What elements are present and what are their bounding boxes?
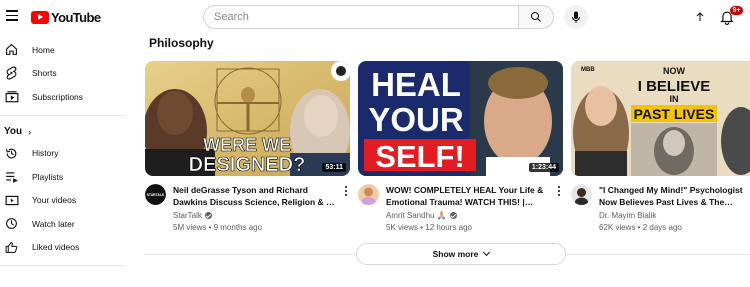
video-card[interactable]: MBB NOW I BELIEVE IN PAST LIVES "I Chang… — [571, 61, 750, 244]
sidebar-item-label: Your videos — [32, 195, 77, 206]
video-duration: 1:23:44 — [528, 163, 559, 172]
more-actions-button[interactable] — [342, 184, 350, 198]
youtube-play-icon — [31, 10, 49, 24]
menu-icon[interactable] — [6, 10, 18, 21]
show-more-label: Show more — [432, 249, 479, 259]
sidebar-item-shorts[interactable]: Shorts — [0, 62, 128, 86]
thumbnail-image: WERE WE DESIGNED? — [145, 61, 350, 176]
thumb-caption-line-2: I BELIEVE — [638, 78, 711, 95]
thumb-caption-line-1: HEAL — [371, 66, 461, 103]
sidebar-item-subscriptions[interactable]: Subscriptions — [0, 85, 128, 109]
sidebar-item-history[interactable]: History — [0, 142, 128, 166]
chevron-right-icon: › — [28, 126, 32, 137]
video-meta: WOW! COMPLETELY HEAL Your Life & Emotion… — [358, 184, 563, 244]
video-stats: 5K views • 12 hours ago — [386, 223, 472, 232]
video-thumbnail[interactable]: WERE WE DESIGNED? 53:11 — [145, 61, 350, 176]
search-box[interactable] — [203, 5, 519, 29]
thumbnail-image: MBB NOW I BELIEVE IN PAST LIVES — [571, 61, 750, 176]
top-bar: YouTube 9+ — [0, 0, 750, 34]
channel-name[interactable]: StarTalk — [173, 211, 202, 220]
sidebar-divider — [0, 114, 124, 116]
home-icon — [4, 42, 19, 57]
thumb-caption-line-3: IN — [670, 94, 679, 104]
sidebar-divider — [0, 265, 124, 266]
thumb-caption-line-3: SELF! — [375, 139, 465, 174]
thumb-caption-line-1: WERE WE — [203, 135, 291, 155]
youtube-logo[interactable]: YouTube — [31, 9, 101, 25]
watch-later-icon — [4, 216, 19, 231]
thumb-corner-text: MBB — [581, 67, 595, 73]
sidebar-item-label: Subscriptions — [32, 91, 84, 102]
sidebar-item-label: Playlists — [32, 171, 64, 182]
video-stats: 62K views • 2 days ago — [599, 223, 682, 232]
history-icon — [4, 146, 19, 161]
channel-name-row[interactable]: Amrit Sandhu 🙏🏼 — [386, 211, 457, 220]
channel-name-row[interactable]: StarTalk — [173, 211, 212, 220]
sidebar: Home Shorts Subscriptions You › History … — [0, 38, 128, 272]
sidebar-item-playlists[interactable]: Playlists — [0, 165, 128, 189]
video-meta: "I Changed My Mind!" Psychologist Now Be… — [571, 184, 750, 244]
sidebar-item-your-videos[interactable]: Your videos — [0, 189, 128, 213]
video-duration: 53:11 — [322, 163, 346, 172]
sidebar-item-label: Liked videos — [32, 242, 80, 253]
sidebar-item-liked-videos[interactable]: Liked videos — [0, 236, 128, 260]
video-title[interactable]: WOW! COMPLETELY HEAL Your Life & Emotion… — [386, 184, 552, 208]
playlists-icon — [4, 169, 19, 184]
video-title[interactable]: Neil deGrasse Tyson and Richard Dawkins … — [173, 184, 339, 208]
show-more-button[interactable]: Show more — [356, 243, 566, 265]
more-actions-button[interactable] — [555, 184, 563, 198]
microphone-icon — [572, 11, 580, 23]
channel-avatar[interactable] — [571, 184, 592, 205]
video-thumbnail[interactable]: MBB NOW I BELIEVE IN PAST LIVES — [571, 61, 750, 176]
thumbnail-image: HEAL YOUR SELF! — [358, 61, 563, 176]
channel-name[interactable]: Amrit Sandhu 🙏🏼 — [386, 211, 447, 220]
channel-name[interactable]: Dr. Mayim Bialik — [599, 211, 656, 220]
voice-search-button[interactable] — [564, 5, 588, 29]
verified-icon — [204, 212, 212, 219]
sidebar-item-label: Shorts — [32, 68, 57, 79]
upload-icon[interactable] — [692, 9, 708, 25]
logo-text: YouTube — [51, 9, 101, 25]
channel-avatar[interactable] — [358, 184, 379, 205]
thumbs-up-icon — [4, 240, 19, 255]
verified-icon — [449, 212, 457, 219]
notification-badge: 9+ — [730, 6, 743, 15]
shorts-icon — [4, 66, 19, 81]
video-thumbnail[interactable]: HEAL YOUR SELF! 1:23:44 — [358, 61, 563, 176]
sidebar-item-home[interactable]: Home — [0, 38, 128, 62]
video-stats: 5M views • 9 months ago — [173, 223, 263, 232]
search-button[interactable] — [518, 5, 554, 29]
thumb-caption-line-2: DESIGNED? — [189, 154, 306, 176]
video-card[interactable]: WERE WE DESIGNED? 53:11 STARTALK Neil de… — [145, 61, 350, 244]
video-card[interactable]: HEAL YOUR SELF! 1:23:44 WOW! COMPLETELY … — [358, 61, 563, 244]
shelf-title: Philosophy — [149, 36, 214, 50]
video-meta: STARTALK Neil deGrasse Tyson and Richard… — [145, 184, 350, 244]
sidebar-item-label: History — [32, 148, 59, 159]
chevron-down-icon — [483, 248, 491, 257]
avatar-text: STARTALK — [147, 193, 165, 197]
search-input[interactable] — [214, 11, 519, 23]
channel-name-row[interactable]: Dr. Mayim Bialik — [599, 211, 656, 220]
search-icon — [531, 12, 541, 22]
sidebar-item-watch-later[interactable]: Watch later — [0, 212, 128, 236]
video-title[interactable]: "I Changed My Mind!" Psychologist Now Be… — [599, 184, 749, 208]
thumb-caption-line-4: PAST LIVES — [634, 106, 715, 122]
you-label: You — [4, 126, 23, 137]
sidebar-you-header[interactable]: You › — [0, 122, 128, 142]
your-videos-icon — [4, 193, 19, 208]
sidebar-item-label: Home — [32, 44, 55, 55]
channel-avatar[interactable]: STARTALK — [145, 184, 166, 205]
thumb-caption-line-2: YOUR — [368, 101, 464, 138]
sidebar-item-label: Watch later — [32, 218, 75, 229]
thumb-caption-line-1: NOW — [663, 66, 686, 76]
subscriptions-icon — [4, 89, 19, 104]
